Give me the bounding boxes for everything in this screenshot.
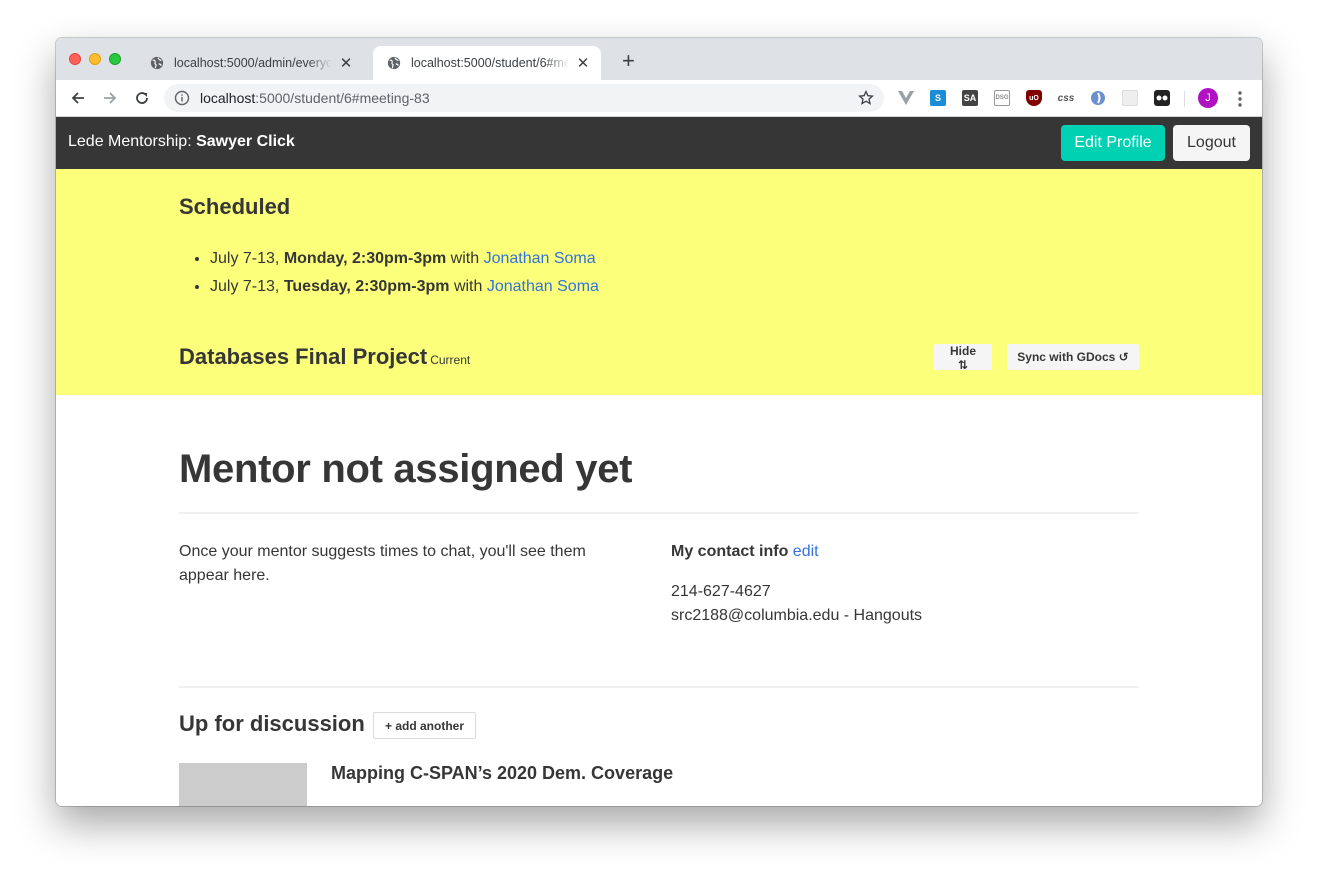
window-minimize-button[interactable] bbox=[89, 53, 101, 65]
mentor-link[interactable]: Jonathan Soma bbox=[484, 250, 596, 267]
scheduled-meeting: July 7-13, Monday, 2:30pm-3pm with Jonat… bbox=[210, 245, 599, 273]
back-arrow-icon[interactable] bbox=[68, 88, 88, 108]
contact-info-label: My contact info bbox=[671, 543, 789, 560]
dsg-extension-icon[interactable]: DSG bbox=[994, 90, 1010, 106]
globe-icon bbox=[150, 56, 164, 70]
browser-tab-admin[interactable]: localhost:5000/admin/everyone ✕ bbox=[136, 46, 364, 80]
hide-button[interactable]: Hide ⇅ bbox=[934, 344, 992, 372]
ublock-icon[interactable]: uO bbox=[1026, 90, 1042, 106]
grid-extension-icon[interactable] bbox=[1122, 90, 1138, 106]
logout-button[interactable]: Logout bbox=[1173, 125, 1250, 161]
tampermonkey-icon[interactable] bbox=[1154, 90, 1170, 106]
contact-phone: 214-627-4627 bbox=[671, 583, 771, 600]
project-status-tag: Current bbox=[430, 353, 471, 367]
bookmark-star-icon[interactable] bbox=[858, 90, 874, 106]
sync-gdocs-button[interactable]: Sync with GDocs ↺ bbox=[1007, 344, 1139, 370]
discussion-item-title[interactable]: Mapping C-SPAN’s 2020 Dem. Coverage bbox=[331, 763, 673, 784]
add-another-button[interactable]: + add another bbox=[373, 712, 476, 739]
project-section: Scheduled July 7-13, Monday, 2:30pm-3pm … bbox=[56, 169, 1262, 395]
edit-profile-button[interactable]: Edit Profile bbox=[1061, 125, 1165, 161]
web-page: Lede Mentorship: Sawyer Click Edit Profi… bbox=[56, 117, 1262, 806]
tab-title: localhost:5000/student/6#meeting-83 bbox=[411, 56, 569, 70]
toolbar-divider bbox=[1184, 91, 1185, 107]
info-icon[interactable] bbox=[174, 90, 190, 106]
close-tab-icon[interactable]: ✕ bbox=[575, 54, 591, 72]
browser-tab-student[interactable]: localhost:5000/student/6#meeting-83 ✕ bbox=[373, 46, 601, 80]
more-menu-icon[interactable] bbox=[1234, 89, 1246, 109]
scheduled-meeting: July 7-13, Tuesday, 2:30pm-3pm with Jona… bbox=[210, 273, 599, 301]
sa-extension-icon[interactable]: SA bbox=[962, 90, 978, 106]
scheduled-list: July 7-13, Monday, 2:30pm-3pm with Jonat… bbox=[188, 245, 599, 301]
s-extension-icon[interactable]: S bbox=[930, 90, 946, 106]
contact-email: src2188@columbia.edu - Hangouts bbox=[671, 607, 923, 624]
meeting-dates: July 7-13, bbox=[210, 250, 284, 267]
tab-title: localhost:5000/admin/everyone bbox=[174, 56, 332, 70]
forward-arrow-icon[interactable] bbox=[100, 88, 120, 108]
divider bbox=[179, 512, 1139, 514]
site-navbar: Lede Mentorship: Sawyer Click Edit Profi… bbox=[56, 117, 1262, 169]
student-name: Sawyer Click bbox=[196, 133, 295, 150]
url-path: :5000/student/6#meeting-83 bbox=[255, 90, 430, 106]
brand[interactable]: Lede Mentorship: Sawyer Click bbox=[68, 133, 295, 151]
project-title: Databases Final Project bbox=[179, 344, 428, 369]
tab-strip: localhost:5000/admin/everyone ✕ localhos… bbox=[56, 38, 1262, 80]
meeting-with: with bbox=[446, 250, 484, 267]
browser-toolbar: localhost:5000/student/6#meeting-83 S SA… bbox=[56, 80, 1262, 117]
window-close-button[interactable] bbox=[69, 53, 81, 65]
project-heading: Databases Final Project Current bbox=[179, 344, 470, 370]
shield-extension-icon[interactable] bbox=[1090, 90, 1106, 106]
meeting-day-time: Tuesday, 2:30pm-3pm bbox=[283, 278, 450, 295]
mentor-note: Once your mentor suggests times to chat,… bbox=[179, 543, 586, 584]
contact-info: 214-627-4627 src2188@columbia.edu - Hang… bbox=[671, 580, 922, 628]
reload-icon[interactable] bbox=[132, 88, 152, 108]
window-maximize-button[interactable] bbox=[109, 53, 121, 65]
browser-window: localhost:5000/admin/everyone ✕ localhos… bbox=[56, 38, 1262, 806]
contact-info-heading: My contact info edit bbox=[671, 540, 819, 564]
globe-icon bbox=[387, 56, 401, 70]
discussion-heading: Up for discussion bbox=[179, 711, 365, 736]
meeting-day-time: Monday, 2:30pm-3pm bbox=[283, 250, 447, 267]
close-tab-icon[interactable]: ✕ bbox=[338, 54, 354, 72]
mentor-heading: Mentor not assigned yet bbox=[179, 447, 633, 491]
meeting-dates: July 7-13, bbox=[210, 278, 284, 295]
brand-prefix: Lede Mentorship: bbox=[68, 133, 197, 150]
profile-avatar[interactable]: J bbox=[1198, 88, 1218, 108]
meeting-with: with bbox=[449, 278, 487, 295]
css-extension-icon[interactable]: css bbox=[1058, 90, 1075, 106]
edit-contact-link[interactable]: edit bbox=[793, 543, 819, 560]
scheduled-heading: Scheduled bbox=[179, 194, 291, 219]
divider bbox=[179, 686, 1139, 688]
discussion-item-thumbnail bbox=[179, 763, 307, 806]
url-host: localhost bbox=[200, 90, 256, 106]
vue-devtools-icon[interactable] bbox=[898, 90, 914, 106]
mentor-link[interactable]: Jonathan Soma bbox=[487, 278, 599, 295]
address-bar[interactable]: localhost:5000/student/6#meeting-83 bbox=[164, 84, 884, 112]
new-tab-icon[interactable]: + bbox=[622, 50, 635, 72]
